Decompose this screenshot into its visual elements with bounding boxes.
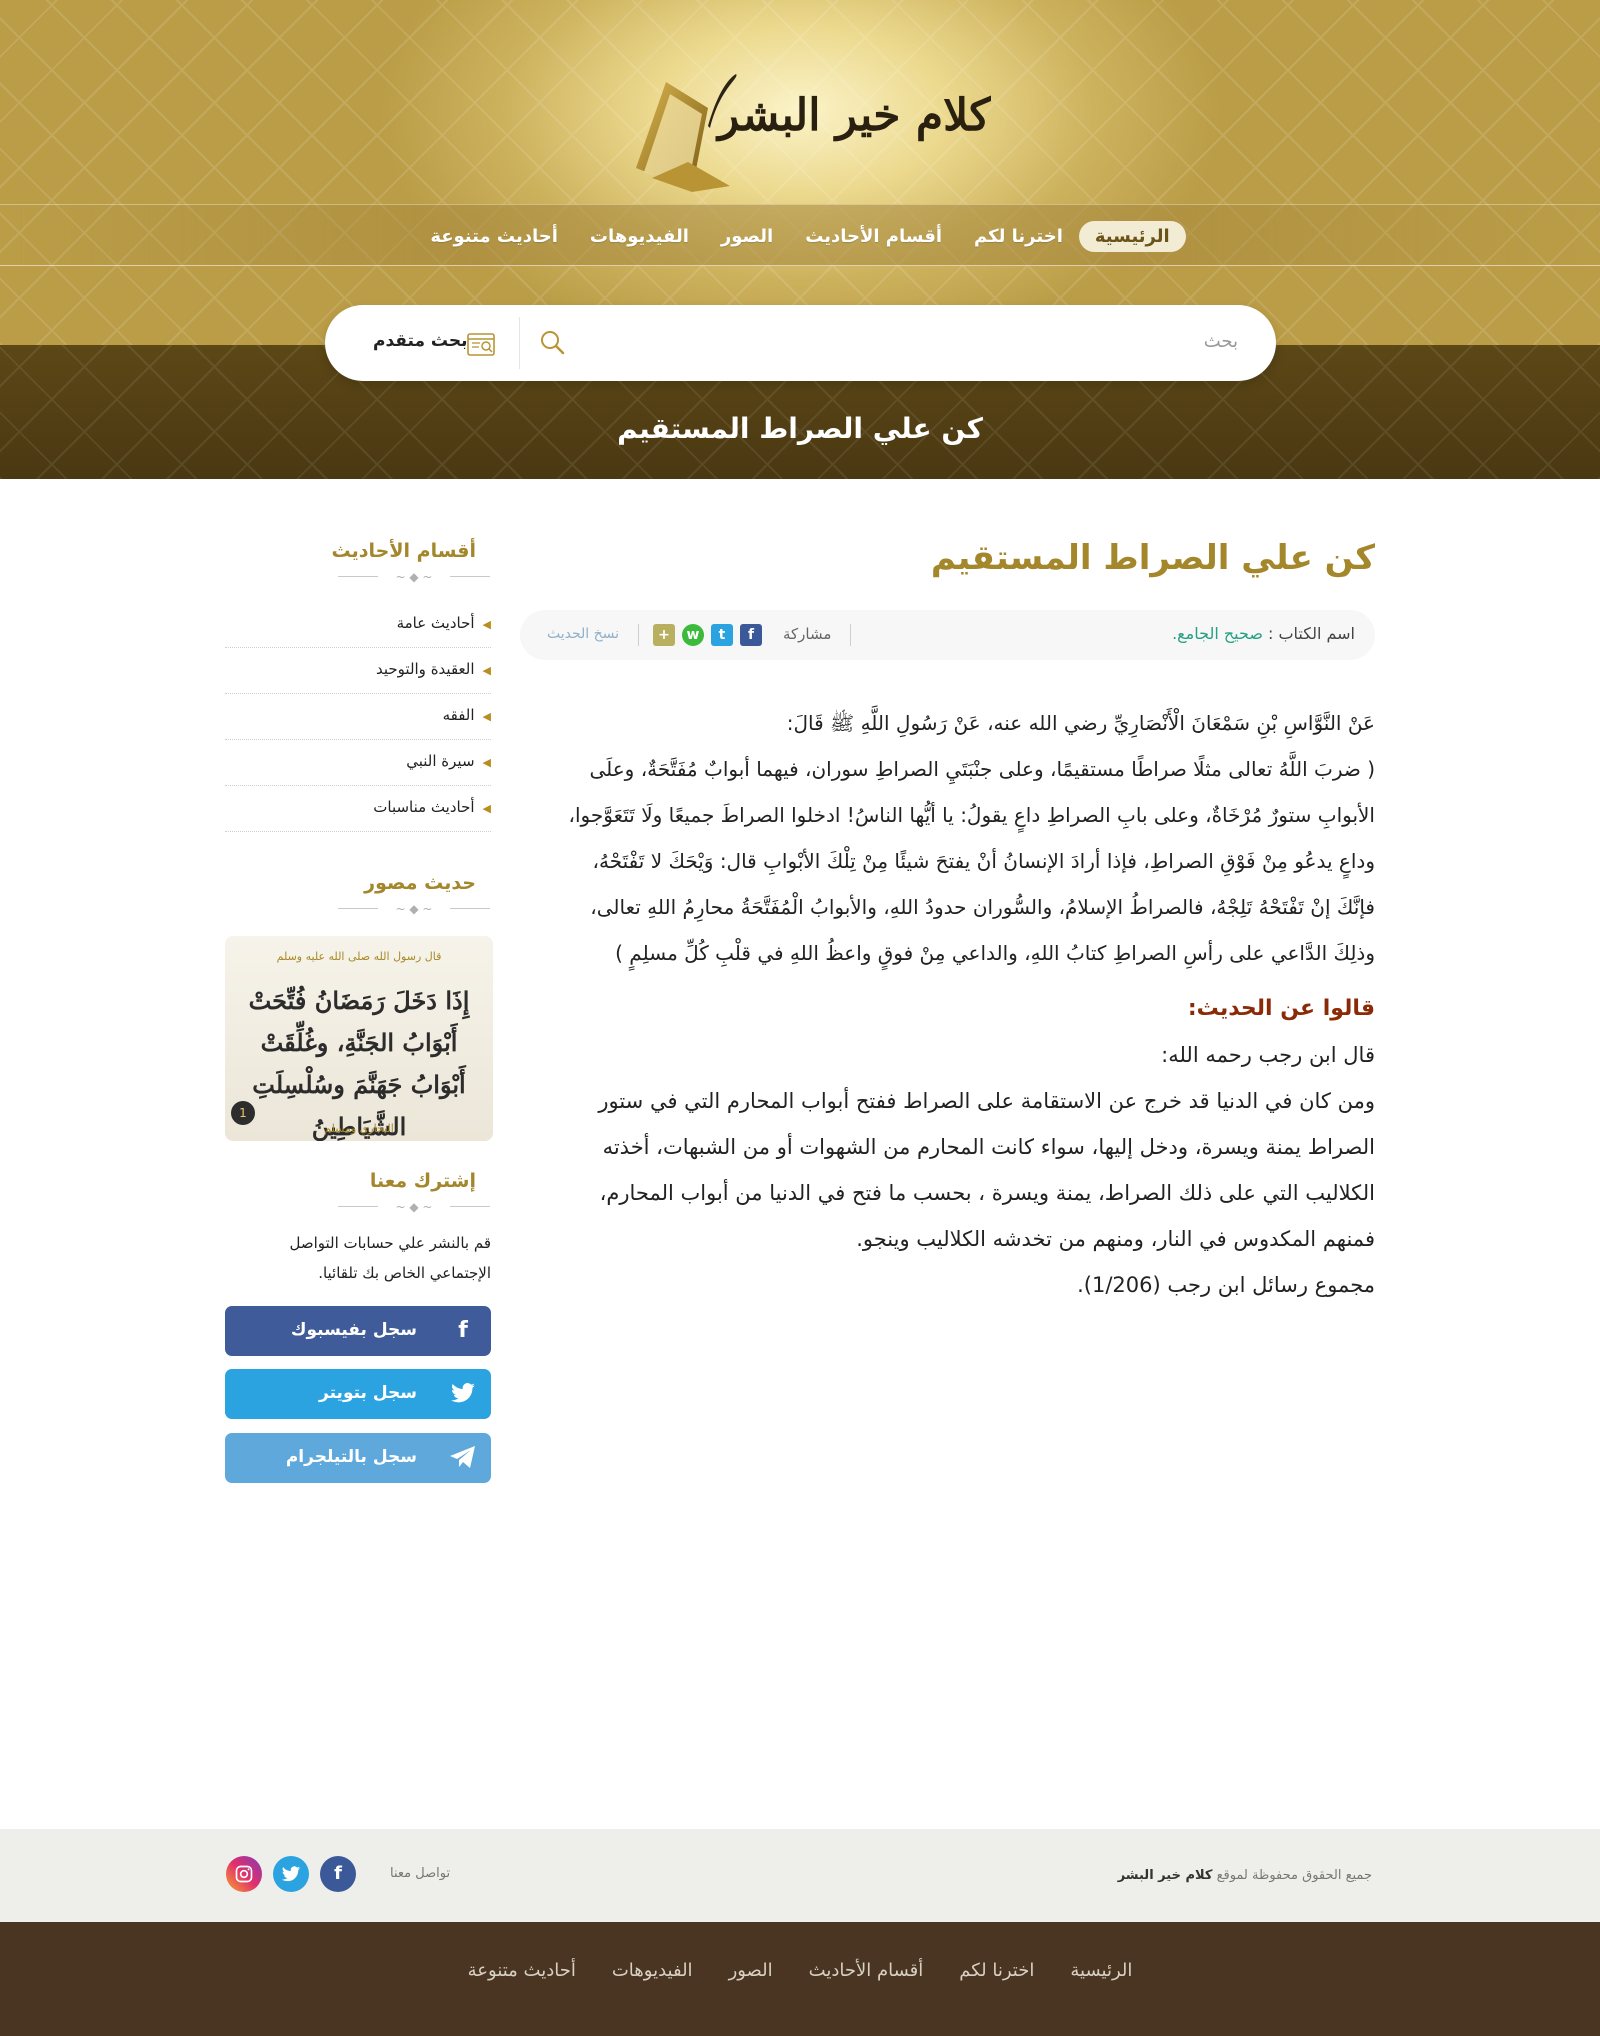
- heading-ornament: ~ ◆ ~: [338, 1200, 490, 1214]
- twitter-icon[interactable]: [273, 1856, 309, 1892]
- twitter-icon[interactable]: t: [711, 624, 733, 646]
- facebook-icon[interactable]: f: [320, 1856, 356, 1892]
- nav-item-sections[interactable]: أقسام الأحاديث: [789, 221, 958, 252]
- image-badge: 1: [231, 1101, 255, 1125]
- saying-line: الصراط يمنة ويسرة، ودخل إليها، سواء كانت…: [602, 1135, 1375, 1159]
- hadith-line: عَنْ النَّوَّاسِ بْنِ سَمْعَانَ الْأَنْص…: [786, 711, 1375, 735]
- nav-item-various[interactable]: أحاديث متنوعة: [414, 221, 574, 252]
- section-link[interactable]: الفقه: [443, 706, 475, 724]
- hadith-line: وداعٍ يدعُو مِنْ فَوْقِ الصراطِ، فإذا أر…: [592, 849, 1375, 873]
- copyright-site[interactable]: كلام خير البشر: [1118, 1868, 1213, 1883]
- saying-line: ومن كان في الدنيا قد خرج عن الاستقامة عل…: [598, 1089, 1375, 1113]
- contact-label: تواصل معنا: [390, 1866, 451, 1881]
- footer-nav-item[interactable]: الفيديوهات: [612, 1960, 693, 1981]
- hadith-text: عَنْ النَّوَّاسِ بْنِ سَمْعَانَ الْأَنْص…: [525, 700, 1375, 976]
- arrow-left-icon: ◀: [482, 664, 491, 677]
- hadith-line: وذلِكَ الدَّاعي على رأسِ الصراطِ كتابُ ا…: [615, 941, 1375, 965]
- book-source-link[interactable]: صحيح الجامع.: [1172, 624, 1263, 643]
- sayings-heading: قالوا عن الحديث:: [1187, 996, 1375, 1021]
- advanced-search-icon[interactable]: [467, 331, 495, 357]
- list-item[interactable]: ◀ العقيدة والتوحيد: [225, 648, 491, 694]
- saying-line: قال ابن رجب رحمه الله:: [1161, 1043, 1375, 1067]
- sayings-section: قالوا عن الحديث: قال ابن رجب رحمه الله: …: [525, 986, 1375, 1308]
- twitter-signup-button[interactable]: سجل بتويتر: [225, 1369, 491, 1419]
- whatsapp-icon[interactable]: w: [682, 624, 704, 646]
- sections-heading: أقسام الأحاديث: [331, 540, 476, 562]
- plus-icon[interactable]: +: [653, 624, 675, 646]
- image-caption-top: قال رسول الله صلى الله عليه وسلم: [276, 950, 442, 963]
- arrow-left-icon: ◀: [482, 756, 491, 769]
- image-hadith-text: إِذَا دَخَلَ رَمَضَانُ فُتِّحَتْ أَبْوَا…: [248, 986, 470, 1141]
- footer-nav-item[interactable]: أقسام الأحاديث: [809, 1960, 924, 1981]
- footer-bottom: الرئيسية اخترنا لكم أقسام الأحاديث الصور…: [0, 1922, 1600, 2036]
- saying-line: الكلاليب التي على ذلك الصراط، يمنة ويسرة…: [599, 1181, 1375, 1205]
- arrow-left-icon: ◀: [482, 802, 491, 815]
- site-header: [0, 0, 1600, 345]
- facebook-signup-label: سجل بفيسبوك: [290, 1320, 417, 1340]
- nav-item-videos[interactable]: الفيديوهات: [574, 221, 705, 252]
- copyright-text: جميع الحقوق محفوظة لموقع كلام خير البشر: [1118, 1868, 1372, 1883]
- search-icon[interactable]: [539, 329, 565, 355]
- list-item[interactable]: ◀ أحاديث عامة: [225, 602, 491, 648]
- arrow-left-icon: ◀: [482, 710, 491, 723]
- saying-line: فمنهم المكدوس في النار، ومنهم من تخدشه ا…: [856, 1227, 1375, 1251]
- book-info: اسم الكتاب : صحيح الجامع.: [1172, 624, 1355, 643]
- article-title: كن علي الصراط المستقيم: [930, 538, 1375, 578]
- main-nav: الرئيسية اخترنا لكم أقسام الأحاديث الصور…: [0, 204, 1600, 266]
- footer-nav-item[interactable]: اخترنا لكم: [959, 1960, 1034, 1981]
- footer-nav-item[interactable]: أحاديث متنوعة: [468, 1960, 576, 1981]
- heading-ornament: ~ ◆ ~: [338, 570, 490, 584]
- article-meta-bar: اسم الكتاب : صحيح الجامع. مشاركة f t w +…: [520, 610, 1375, 660]
- subscribe-heading: إشترك معنا: [369, 1170, 476, 1192]
- picture-heading: حديث مصور: [364, 872, 476, 894]
- twitter-icon: [449, 1380, 477, 1408]
- arrow-left-icon: ◀: [482, 618, 491, 631]
- twitter-signup-label: سجل بتويتر: [319, 1383, 417, 1403]
- hadith-line: ( ضربَ اللَّهُ تعالى مثلًا صراطًا مستقيم…: [589, 757, 1375, 781]
- advanced-search-link[interactable]: بحث متقدم: [373, 331, 468, 351]
- logo-title: كلام خير البشر: [718, 90, 991, 141]
- hadith-image[interactable]: قال رسول الله صلى الله عليه وسلم إِذَا د…: [225, 936, 493, 1141]
- facebook-icon[interactable]: f: [740, 624, 762, 646]
- telegram-signup-button[interactable]: سجل بالتيلجرام: [225, 1433, 491, 1483]
- meta-divider: [638, 624, 639, 646]
- copyright-prefix: جميع الحقوق محفوظة لموقع: [1216, 1868, 1372, 1883]
- header-pattern: [0, 0, 1600, 345]
- hadith-line: فإنَّكَ إنْ تَفْتَحْهُ تَلِجْهُ، فالصراط…: [590, 895, 1375, 919]
- section-link[interactable]: سيرة النبي: [406, 752, 474, 770]
- list-item[interactable]: ◀ أحاديث مناسبات: [225, 786, 491, 832]
- book-label: اسم الكتاب :: [1268, 624, 1355, 643]
- section-link[interactable]: العقيدة والتوحيد: [376, 660, 475, 678]
- heading-ornament: ~ ◆ ~: [338, 902, 490, 916]
- nav-item-images[interactable]: الصور: [705, 221, 789, 252]
- search-divider: [519, 317, 520, 369]
- saying-line: مجموع رسائل ابن رجب (1/206).: [1077, 1273, 1375, 1297]
- search-input[interactable]: بحث: [1204, 331, 1238, 352]
- share-label: مشاركة: [783, 625, 832, 643]
- banner-title: كن علي الصراط المستقيم: [617, 412, 983, 445]
- search-bar: بحث بحث متقدم: [325, 305, 1276, 381]
- telegram-signup-label: سجل بالتيلجرام: [285, 1447, 417, 1467]
- instagram-icon[interactable]: [226, 1856, 262, 1892]
- nav-item-picks[interactable]: اخترنا لكم: [958, 221, 1079, 252]
- list-item[interactable]: ◀ سيرة النبي: [225, 740, 491, 786]
- section-link[interactable]: أحاديث عامة: [397, 614, 475, 632]
- hadith-line: الأبوابِ ستورٌ مُرْخَاةٌ، وعلى بابِ الصر…: [568, 803, 1375, 827]
- footer-nav-item[interactable]: الرئيسية: [1070, 1960, 1132, 1981]
- copy-hadith-button[interactable]: نسخ الحديث: [547, 626, 619, 642]
- subscribe-text: قم بالنشر علي حسابات التواصل الإجتماعي ا…: [289, 1234, 491, 1282]
- list-item[interactable]: ◀ الفقه: [225, 694, 491, 740]
- footer-nav-item[interactable]: الصور: [729, 1960, 773, 1981]
- footer-nav: الرئيسية اخترنا لكم أقسام الأحاديث الصور…: [0, 1922, 1600, 1981]
- nav-item-home[interactable]: الرئيسية: [1078, 221, 1186, 252]
- facebook-signup-button[interactable]: f سجل بفيسبوك: [225, 1306, 491, 1356]
- telegram-icon: [449, 1444, 477, 1472]
- image-source: البخاري ومسلم: [324, 1122, 394, 1135]
- section-link[interactable]: أحاديث مناسبات: [373, 798, 474, 816]
- meta-divider: [850, 624, 851, 646]
- sections-list: ◀ أحاديث عامة ◀ العقيدة والتوحيد ◀ الفقه ◀ س…: [225, 602, 491, 832]
- facebook-icon: f: [458, 1318, 468, 1343]
